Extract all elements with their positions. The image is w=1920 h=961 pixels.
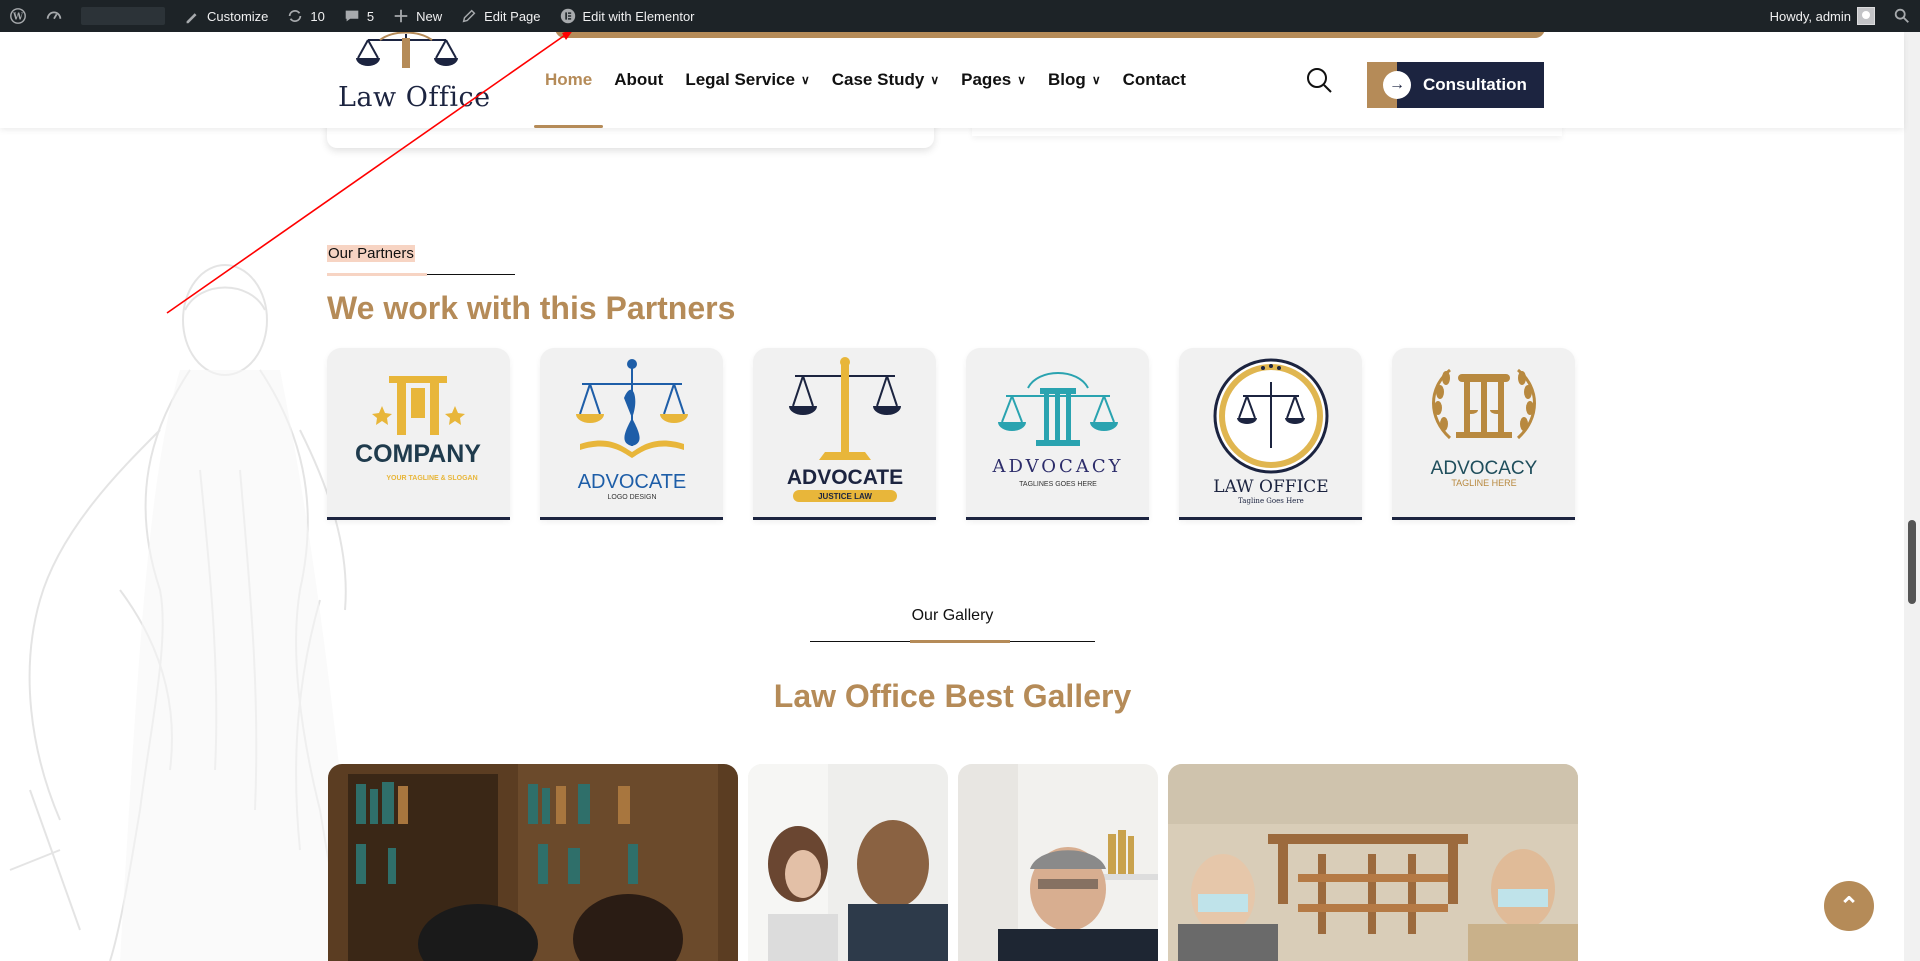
scrollbar-thumb[interactable] <box>1908 520 1916 604</box>
nav-home-label: Home <box>545 70 593 89</box>
comment-icon <box>345 10 359 22</box>
customize-link[interactable]: Customize <box>174 0 277 32</box>
partner-name: LAW OFFICE <box>1213 477 1328 497</box>
chevron-down-icon: ∨ <box>930 73 940 87</box>
edit-page-label: Edit Page <box>484 8 541 24</box>
partner-logo-advocate-blue[interactable]: ADVOCATE LOGO DESIGN <box>540 348 723 520</box>
site-header: Law Office Home About Legal Service ∨ Cas… <box>0 28 1904 128</box>
gallery-image-meeting[interactable] <box>748 764 948 961</box>
comments-count: 5 <box>366 8 375 24</box>
wordpress-logo-icon[interactable]: W <box>0 0 36 32</box>
wp-admin-bar: W Customize 10 5 New Edit Page Edit with… <box>0 0 1920 32</box>
partner-name: ADVOCACY <box>1431 458 1538 479</box>
nav-pages[interactable]: Pages ∨ <box>950 32 1037 128</box>
gallery-underline <box>810 640 1095 643</box>
lady-justice-illustration <box>9 264 360 961</box>
partner-logo-advocacy-gold[interactable]: ADVOCACY TAGLINE HERE <box>1392 348 1575 520</box>
gallery-image-classroom[interactable] <box>1168 764 1578 961</box>
nav-legal-service[interactable]: Legal Service ∨ <box>674 32 820 128</box>
new-label: New <box>416 8 443 24</box>
chevron-down-icon: ∨ <box>1091 73 1101 87</box>
edit-elementor-label: Edit with Elementor <box>582 8 695 24</box>
nav-about-label: About <box>614 70 664 89</box>
gallery-image-library[interactable] <box>328 764 738 961</box>
partner-tagline: TAGLINES GOES HERE <box>1019 481 1097 488</box>
partner-name: COMPANY <box>355 440 481 468</box>
partner-name: ADVOCATE <box>578 471 687 493</box>
site-name-redacted[interactable] <box>72 0 174 32</box>
consultation-label: Consultation <box>1423 75 1527 94</box>
partners-title: We work with this Partners <box>327 290 736 326</box>
back-to-top-button[interactable]: ⌃ <box>1824 881 1874 931</box>
chevron-down-icon: ∨ <box>1017 73 1027 87</box>
comments-link[interactable]: 5 <box>334 0 383 32</box>
updates-link[interactable]: 10 <box>277 0 333 32</box>
partner-tagline: LOGO DESIGN <box>607 494 656 501</box>
admin-search[interactable] <box>1884 0 1920 32</box>
double-chevron-up-icon: ⌃ <box>1838 892 1860 920</box>
partner-logo-law-office[interactable]: LAW OFFICE Tagline Goes Here <box>1179 348 1362 520</box>
partner-tagline: YOUR TAGLINE & SLOGAN <box>386 475 477 482</box>
arrow-right-icon: → <box>1383 71 1411 99</box>
nav-contact[interactable]: Contact <box>1112 32 1197 128</box>
nav-contact-label: Contact <box>1122 70 1186 89</box>
partner-logo-advocacy-teal[interactable]: ADVOCACY TAGLINES GOES HERE <box>966 348 1149 520</box>
consultation-button[interactable]: → Consultation <box>1367 62 1544 108</box>
brush-icon <box>186 13 197 24</box>
partner-name: ADVOCACY <box>992 456 1124 477</box>
howdy-label: Howdy, admin <box>1769 8 1851 24</box>
my-account-link[interactable]: Howdy, admin <box>1761 0 1884 32</box>
partner-logo-advocate-justice[interactable]: ADVOCATE JUSTICE LAW <box>753 348 936 520</box>
pencil-icon <box>462 9 476 23</box>
partners-underline <box>327 273 515 276</box>
main-nav: Home About Legal Service ∨ Case Study ∨ Pa… <box>534 32 1197 128</box>
partner-tagline: TAGLINE HERE <box>1451 478 1516 488</box>
svg-text:W: W <box>12 13 24 23</box>
nav-case-study-label: Case Study <box>831 70 925 89</box>
nav-about[interactable]: About <box>603 32 674 128</box>
nav-blog-label: Blog <box>1048 70 1086 89</box>
plus-icon <box>394 9 408 23</box>
chevron-down-icon: ∨ <box>800 73 810 87</box>
edit-elementor-link[interactable]: Edit with Elementor <box>550 0 704 32</box>
search-icon[interactable] <box>1305 66 1333 94</box>
new-content-link[interactable]: New <box>383 0 451 32</box>
gallery-title: Law Office Best Gallery <box>773 678 1132 714</box>
search-icon <box>1894 8 1909 23</box>
partner-tagline: JUSTICE LAW <box>818 492 872 501</box>
edit-page-link[interactable]: Edit Page <box>451 0 549 32</box>
logo-text[interactable]: Law Office <box>338 82 491 113</box>
nav-blog[interactable]: Blog ∨ <box>1037 32 1112 128</box>
avatar <box>1857 7 1875 25</box>
partner-name: ADVOCATE <box>787 466 903 489</box>
partners-label: Our Partners <box>327 245 415 262</box>
customize-label: Customize <box>207 8 269 24</box>
scrollbar-track[interactable] <box>1904 32 1920 961</box>
gallery-label: Our Gallery <box>911 607 994 624</box>
updates-count: 10 <box>310 8 325 24</box>
nav-legal-service-label: Legal Service <box>685 70 795 89</box>
updates-icon <box>289 9 302 23</box>
nav-case-study[interactable]: Case Study ∨ <box>821 32 950 128</box>
dashboard-icon[interactable] <box>36 0 72 32</box>
gallery-image-lawyer[interactable] <box>958 764 1158 961</box>
nav-pages-label: Pages <box>961 70 1012 89</box>
partner-tagline: Tagline Goes Here <box>1238 497 1304 505</box>
partner-logo-company[interactable]: COMPANY YOUR TAGLINE & SLOGAN <box>327 348 510 520</box>
elementor-icon <box>560 8 575 24</box>
nav-home[interactable]: Home <box>534 32 604 128</box>
